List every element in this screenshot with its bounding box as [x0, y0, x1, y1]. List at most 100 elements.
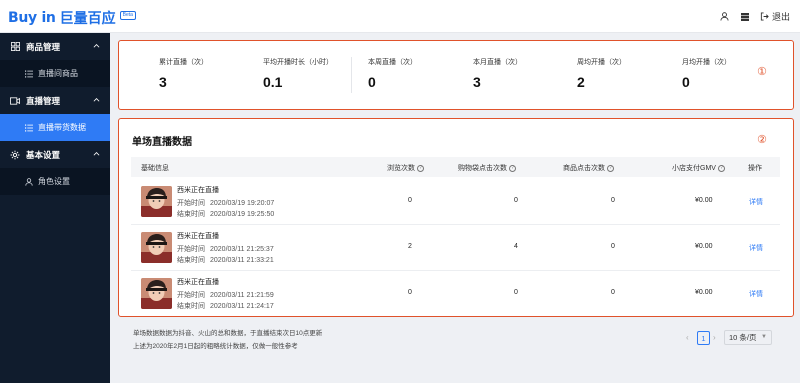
sidebar-group-label: 直播管理	[26, 95, 61, 106]
stat-avg-duration: 平均开播时长（小时） 0.1	[263, 57, 333, 90]
stat-value: 0.1	[263, 74, 283, 90]
stat-label: 月均开播（次）	[682, 59, 731, 66]
stat-label: 本周直播（次）	[368, 59, 417, 66]
chevron-up-icon	[93, 44, 100, 48]
col-action: 操作	[748, 165, 762, 172]
footnote-update-info: 单场数据数据为抖音、火山的总和数据，于直播结束次日10点更新	[133, 330, 323, 337]
col-gmv: 小店支付GMV?	[672, 163, 725, 173]
cart-clicks-value: 0	[514, 289, 518, 296]
user-icon	[24, 177, 33, 186]
stat-value: 3	[473, 74, 481, 90]
stat-label: 周均开播（次）	[577, 59, 626, 66]
logo-cn-text: 巨量百应	[59, 10, 116, 26]
next-page-button[interactable]: ›	[713, 333, 716, 342]
stat-this-month: 本月直播（次） 3	[473, 57, 522, 90]
sidebar-item-live-products[interactable]: 直播间商品	[0, 60, 110, 87]
page-number-current[interactable]: 1	[697, 331, 710, 345]
gmv-value: ¥0.00	[695, 197, 713, 204]
user-icon[interactable]	[720, 12, 730, 22]
sidebar: 商品管理 直播间商品 直播管理 直播带货数据 基本设置 角色设置	[0, 33, 110, 383]
table-row: 西米正在直播 开始时间 2020/03/19 19:20:07 结束时间 2020/…	[131, 179, 780, 225]
top-right-actions: 退出	[720, 10, 790, 23]
table-row: 西米正在直播 开始时间 2020/03/11 21:21:59 结束时间 2020/…	[131, 271, 780, 317]
chevron-up-icon	[93, 98, 100, 102]
page-size-select[interactable]: 10 条/页 ▼	[724, 330, 772, 345]
stat-weekly-avg: 周均开播（次） 2	[577, 57, 626, 90]
views-value: 0	[408, 197, 412, 204]
product-clicks-value: 0	[611, 289, 615, 296]
logo-text: Buy in	[8, 10, 56, 26]
logo[interactable]: Buy in 巨量百应 Beta	[8, 8, 136, 28]
stat-total-lives: 累计直播（次） 3	[159, 57, 208, 90]
sidebar-item-label: 直播带货数据	[38, 123, 86, 132]
table-header: 基础信息 浏览次数? 购物袋点击次数? 商品点击次数? 小店支付GMV? 操作	[131, 157, 780, 177]
sidebar-group-label: 基本设置	[26, 149, 61, 160]
live-title: 西米正在直播	[177, 187, 219, 194]
sidebar-item-role-settings[interactable]: 角色设置	[0, 168, 110, 195]
detail-link[interactable]: 详情	[749, 197, 763, 207]
prev-page-button[interactable]: ‹	[686, 333, 689, 342]
sidebar-item-label: 直播间商品	[38, 69, 78, 78]
stat-value: 0	[368, 74, 376, 90]
list-icon	[24, 69, 33, 78]
views-value: 2	[408, 243, 412, 250]
stat-this-week: 本周直播（次） 0	[368, 57, 417, 90]
col-product-clicks: 商品点击次数?	[563, 163, 614, 173]
summary-stats-panel: 累计直播（次） 3 平均开播时长（小时） 0.1 本周直播（次） 0 本月直播（…	[118, 40, 794, 110]
col-cart-clicks: 购物袋点击次数?	[458, 163, 516, 173]
detail-link[interactable]: 详情	[749, 243, 763, 253]
grid-menu-icon[interactable]	[740, 12, 750, 22]
help-icon[interactable]: ?	[417, 164, 424, 172]
help-icon[interactable]: ?	[509, 164, 516, 172]
help-icon[interactable]: ?	[607, 164, 614, 172]
detail-link[interactable]: 详情	[749, 289, 763, 299]
stat-label: 平均开播时长（小时）	[263, 59, 333, 66]
beta-badge: Beta	[119, 10, 136, 20]
avatar	[141, 232, 172, 263]
start-time: 开始时间 2020/03/11 21:21:59	[177, 292, 274, 299]
stat-value: 0	[682, 74, 690, 90]
product-clicks-value: 0	[611, 243, 615, 250]
stat-label: 本月直播（次）	[473, 59, 522, 66]
grid-icon	[10, 42, 20, 52]
views-value: 0	[408, 289, 412, 296]
video-icon	[10, 96, 20, 106]
col-basic-info: 基础信息	[141, 165, 169, 172]
top-bar: Buy in 巨量百应 Beta 退出	[0, 0, 800, 33]
single-live-data-panel: 单场直播数据 ② 基础信息 浏览次数? 购物袋点击次数? 商品点击次数? 小店支…	[118, 118, 794, 317]
cart-clicks-value: 4	[514, 243, 518, 250]
annotation-marker-2: ②	[757, 134, 767, 146]
sidebar-group-live[interactable]: 直播管理	[0, 87, 110, 114]
gmv-value: ¥0.00	[695, 243, 713, 250]
gear-icon	[10, 150, 20, 160]
end-time: 结束时间 2020/03/11 21:24:17	[177, 303, 274, 310]
chevron-up-icon	[93, 152, 100, 156]
avatar	[141, 278, 172, 309]
sidebar-group-products[interactable]: 商品管理	[0, 33, 110, 60]
help-icon[interactable]: ?	[717, 164, 725, 172]
sidebar-item-live-sales-data[interactable]: 直播带货数据	[0, 114, 110, 141]
live-title: 西米正在直播	[177, 233, 219, 240]
sidebar-item-label: 角色设置	[38, 177, 70, 186]
page-size-value: 10 条/页	[729, 333, 757, 342]
stat-label: 累计直播（次）	[159, 59, 208, 66]
divider	[351, 57, 352, 93]
logout-icon	[760, 12, 769, 21]
logout-label: 退出	[771, 12, 790, 22]
stat-monthly-avg: 月均开播（次） 0	[682, 57, 731, 90]
sidebar-group-label: 商品管理	[26, 41, 61, 52]
cart-clicks-value: 0	[514, 197, 518, 204]
end-time: 结束时间 2020/03/11 21:33:21	[177, 257, 274, 264]
sidebar-group-settings[interactable]: 基本设置	[0, 141, 110, 168]
footnote-disclaimer: 上述为2020年2月1日起的粗略统计数据，仅做一般性参考	[133, 343, 298, 350]
gmv-value: ¥0.00	[695, 289, 713, 296]
chevron-down-icon: ▼	[761, 334, 767, 340]
table-row: 西米正在直播 开始时间 2020/03/11 21:25:37 结束时间 2020/…	[131, 225, 780, 271]
avatar	[141, 186, 172, 217]
live-title: 西米正在直播	[177, 279, 219, 286]
logout-button[interactable]: 退出	[760, 10, 790, 23]
product-clicks-value: 0	[611, 197, 615, 204]
stat-value: 2	[577, 74, 585, 90]
list-icon	[24, 123, 33, 132]
start-time: 开始时间 2020/03/19 19:20:07	[177, 200, 275, 207]
